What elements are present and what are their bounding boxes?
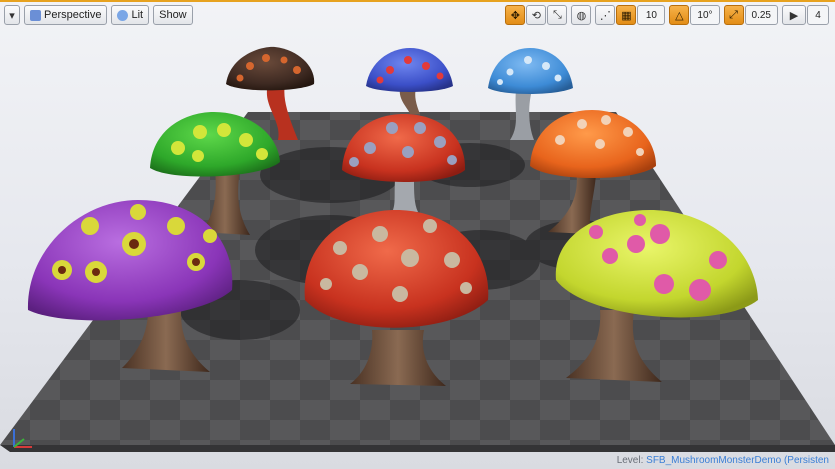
grid-snap-toggle[interactable]: ▦ bbox=[616, 5, 637, 25]
viewport-right-toolbar: ✥ ⟲ ⤡ ◍ ⋰ ▦ 10 △ 10° ⤢ 0.25 ▶ 4 bbox=[505, 5, 829, 25]
camera-speed-value[interactable]: 4 bbox=[807, 5, 829, 25]
viewport-left-toolbar: ▾ Perspective Lit Show bbox=[4, 5, 193, 25]
level-name: SFB_MushroomMonsterDemo (Persisten bbox=[646, 455, 829, 466]
rotation-snap-value[interactable]: 10° bbox=[690, 5, 720, 25]
viewport-options-button[interactable]: ▾ bbox=[4, 5, 20, 25]
lit-label: Lit bbox=[131, 9, 144, 21]
perspective-cube-icon bbox=[30, 9, 41, 21]
scale-icon: ⤡ bbox=[553, 8, 562, 21]
lit-sphere-icon bbox=[117, 9, 129, 21]
perspective-button[interactable]: Perspective bbox=[24, 5, 108, 25]
mushroom-blue bbox=[366, 48, 453, 114]
level-prefix: Level: bbox=[616, 455, 644, 466]
show-flags-button[interactable]: Show bbox=[153, 5, 193, 25]
globe-icon: ◍ bbox=[576, 9, 587, 22]
scale-snap-toggle[interactable]: ⤢ bbox=[723, 5, 744, 25]
camera-speed-button[interactable]: ▶ bbox=[782, 5, 806, 25]
rotation-snap-toggle[interactable]: △ bbox=[669, 5, 690, 25]
angle-icon: △ bbox=[675, 9, 684, 22]
scale-snap-value[interactable]: 0.25 bbox=[744, 5, 778, 25]
level-status: Level: SFB_MushroomMonsterDemo (Persiste… bbox=[617, 455, 829, 466]
move-arrows-icon: ✥ bbox=[510, 9, 521, 22]
coordinate-system-button[interactable]: ◍ bbox=[571, 5, 592, 25]
scale-tool-button[interactable]: ⤡ bbox=[547, 5, 568, 25]
surface-snapping-button[interactable]: ⋰ bbox=[595, 5, 616, 25]
rotate-icon: ⟲ bbox=[531, 9, 542, 22]
translate-tool-button[interactable]: ✥ bbox=[505, 5, 526, 25]
lit-mode-button[interactable]: Lit bbox=[111, 5, 150, 25]
show-label: Show bbox=[159, 9, 187, 21]
scale-snap-icon: ⤢ bbox=[729, 8, 738, 21]
grid-snap-value[interactable]: 10 bbox=[637, 5, 666, 25]
axis-gizmo bbox=[13, 429, 32, 448]
rotate-tool-button[interactable]: ⟲ bbox=[526, 5, 547, 25]
scene-render bbox=[0, 46, 835, 452]
level-viewport[interactable]: ▾ Perspective Lit Show ✥ ⟲ ⤡ ◍ ⋰ ▦ 10 △ … bbox=[0, 0, 835, 469]
camera-icon: ▶ bbox=[789, 9, 799, 22]
grid-icon: ▦ bbox=[621, 9, 632, 22]
surface-snap-icon: ⋰ bbox=[599, 9, 611, 22]
dropdown-triangle-icon: ▾ bbox=[9, 9, 15, 22]
perspective-label: Perspective bbox=[44, 9, 102, 21]
